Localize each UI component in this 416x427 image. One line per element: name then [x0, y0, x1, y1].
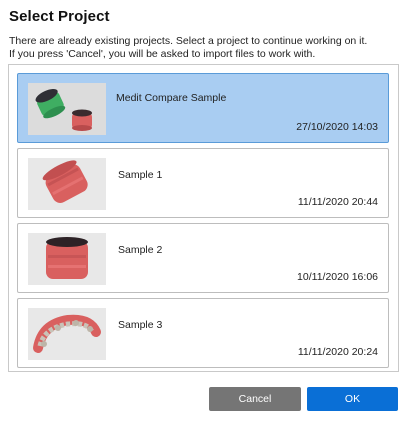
ok-button[interactable]: OK: [307, 387, 398, 411]
project-item-sample-2[interactable]: Sample 2 10/11/2020 16:06: [17, 223, 389, 293]
cancel-button[interactable]: Cancel: [209, 387, 301, 411]
select-project-dialog: Select Project There are already existin…: [0, 0, 416, 427]
project-date: 11/11/2020 20:24: [297, 346, 378, 358]
project-list: Medit Compare Sample 27/10/2020 14:03 Sa…: [8, 64, 399, 372]
description-line-2: If you press 'Cancel', you will be asked…: [9, 47, 316, 60]
dental-arch-scan-thumbnail: [28, 308, 106, 360]
project-date: 10/11/2020 16:06: [297, 271, 378, 283]
tooth-scan-thumbnail: [28, 158, 106, 210]
dialog-description: There are already existing projects. Sel…: [9, 35, 409, 60]
project-date: 11/11/2020 20:44: [297, 196, 378, 208]
project-name: Sample 2: [118, 244, 163, 256]
project-item-sample-3[interactable]: Sample 3 11/11/2020 20:24: [17, 298, 389, 368]
project-name: Sample 1: [118, 169, 163, 181]
tooth-scan-thumbnail: [28, 233, 106, 285]
project-date: 27/10/2020 14:03: [296, 121, 378, 133]
dialog-title: Select Project: [9, 8, 110, 25]
project-name: Medit Compare Sample: [116, 92, 227, 104]
project-item-sample-1[interactable]: Sample 1 11/11/2020 20:44: [17, 148, 389, 218]
project-item-medit-compare-sample[interactable]: Medit Compare Sample 27/10/2020 14:03: [17, 73, 389, 143]
project-name: Sample 3: [118, 319, 163, 331]
two-dental-scans-thumbnail: [28, 83, 106, 135]
description-line-1: There are already existing projects. Sel…: [9, 35, 368, 47]
